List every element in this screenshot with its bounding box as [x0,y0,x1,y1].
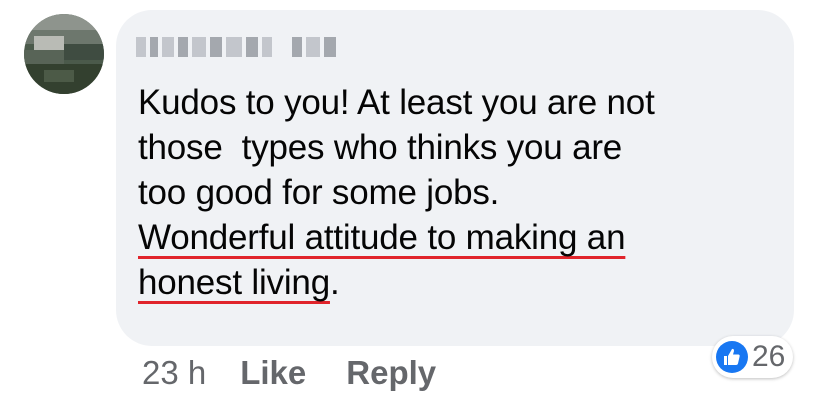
spellcheck-underline-text: Wonderful attitude to making an [138,218,626,257]
reaction-summary[interactable]: 26 [712,336,794,378]
avatar[interactable] [24,14,104,94]
timestamp[interactable]: 23 h [142,354,206,392]
comment-text: Kudos to you! At least you are not those… [138,80,778,305]
comment-line: Kudos to you! At least you are not [138,83,655,122]
thumbs-up-icon [716,341,748,373]
comment-line-underlined: honest living. [138,260,778,305]
comment: Kudos to you! At least you are not those… [0,0,828,401]
author-name-redacted[interactable] [136,37,336,59]
comment-actions: 23 h Like Reply [142,354,476,392]
comment-line: too good for some jobs. [138,173,500,212]
comment-line-underlined: Wonderful attitude to making an [138,215,778,260]
reply-button[interactable]: Reply [346,354,436,392]
like-button[interactable]: Like [240,354,306,392]
spellcheck-underline-text: honest living [138,263,330,302]
trailing-punctuation: . [329,263,340,302]
reaction-count: 26 [752,340,786,373]
comment-line: those types who thinks you are [138,128,623,167]
